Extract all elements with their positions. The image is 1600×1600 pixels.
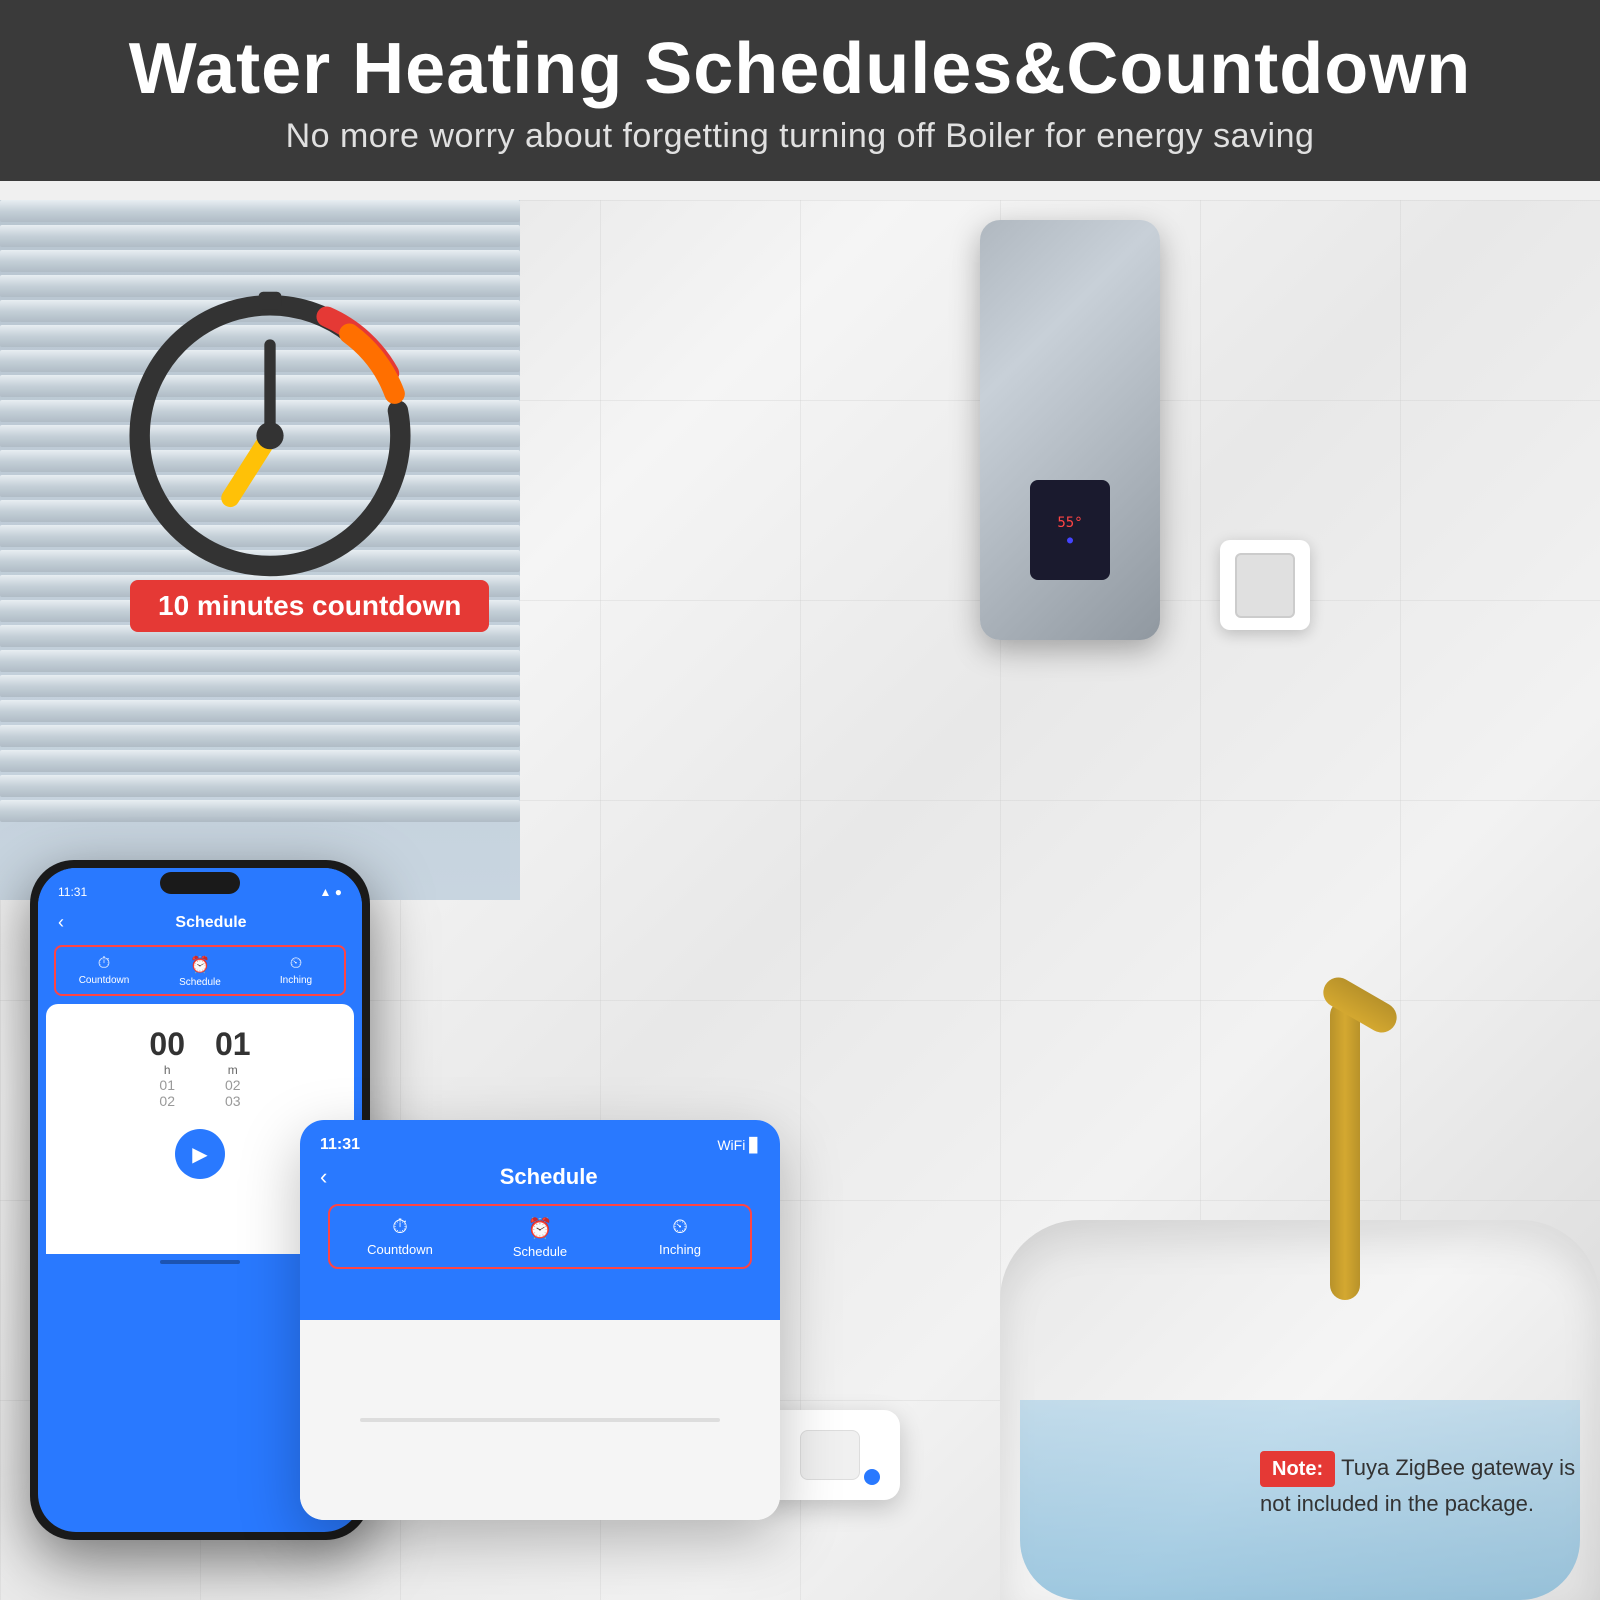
phone-tab-schedule[interactable]: ⏰ Schedule	[152, 947, 248, 994]
boiler-display: 55° ●	[1030, 480, 1110, 580]
app-card-tab-countdown-label: Countdown	[367, 1242, 433, 1257]
phone-signal: ▲ ●	[320, 885, 342, 899]
app-card-tabs: ⏱ Countdown ⏰ Schedule ⏲ Inching	[328, 1204, 752, 1269]
header: Water Heating Schedules&Countdown No mor…	[0, 0, 1600, 181]
light-switch	[1220, 540, 1310, 630]
blind-slat	[0, 800, 520, 822]
gateway-led	[864, 1469, 880, 1485]
app-card-tab-inching[interactable]: ⏲ Inching	[610, 1206, 750, 1267]
app-card-countdown-icon: ⏱	[336, 1216, 464, 1239]
app-card-tab-countdown[interactable]: ⏱ Countdown	[330, 1206, 470, 1267]
phone-tab-inching-label: Inching	[280, 975, 312, 986]
blind-slat	[0, 750, 520, 772]
phone-screen-title: Schedule	[72, 914, 350, 932]
app-card-tab-inching-label: Inching	[659, 1242, 701, 1257]
switch-button[interactable]	[1235, 553, 1295, 618]
app-card-inching-icon: ⏲	[616, 1216, 744, 1239]
blind-slat	[0, 225, 520, 247]
blind-slat	[0, 725, 520, 747]
hours-sub1: 01	[149, 1077, 185, 1093]
play-button[interactable]: ▶	[175, 1129, 225, 1179]
minutes-sub1: 02	[215, 1077, 251, 1093]
phone-tab-inching[interactable]: ⏲ Inching	[248, 947, 344, 994]
blind-slat	[0, 200, 520, 222]
app-card-title-row: ‹ Schedule	[320, 1164, 760, 1190]
app-card-title: Schedule	[337, 1164, 760, 1190]
blind-slat	[0, 775, 520, 797]
countdown-tab-icon: ⏱	[60, 955, 148, 973]
app-card-signal: WiFi ▊	[717, 1137, 760, 1154]
app-card-time: 11:31	[320, 1136, 360, 1154]
faucet-pipe	[1330, 1000, 1360, 1300]
bathtub	[1000, 1220, 1600, 1600]
hours-unit: h	[149, 1063, 185, 1077]
note-label: Note:	[1260, 1451, 1335, 1487]
phone-tab-schedule-label: Schedule	[179, 977, 221, 988]
boiler-display-icon: ●	[1067, 535, 1073, 546]
phone-nav: ‹ Schedule	[38, 908, 362, 937]
minutes-value: 01	[215, 1026, 251, 1063]
background-scene: 10 minutes countdown 55° ●	[0, 200, 1600, 1600]
schedule-tab-icon: ⏰	[156, 955, 244, 975]
note-area: Note:Tuya ZigBee gateway is not included…	[1260, 1451, 1580, 1520]
app-card-status-bar: 11:31 WiFi ▊	[320, 1136, 760, 1154]
phone-tab-countdown[interactable]: ⏱ Countdown	[56, 947, 152, 994]
app-card-divider	[360, 1418, 720, 1422]
hours-value: 00	[149, 1026, 185, 1063]
phone-back-button[interactable]: ‹	[50, 912, 72, 933]
inching-tab-icon: ⏲	[252, 955, 340, 973]
play-icon: ▶	[192, 1142, 207, 1167]
gateway-body	[800, 1430, 860, 1480]
home-indicator	[160, 1260, 240, 1264]
page-title: Water Heating Schedules&Countdown	[40, 30, 1560, 109]
app-card-tab-schedule[interactable]: ⏰ Schedule	[470, 1206, 610, 1267]
hours-picker[interactable]: 00 h 01 02	[149, 1026, 185, 1109]
app-card-header: 11:31 WiFi ▊ ‹ Schedule ⏱ Countdown ⏰ Sc…	[300, 1120, 780, 1320]
phone-tab-row: ⏱ Countdown ⏰ Schedule ⏲ Inching	[54, 945, 346, 996]
blind-slat	[0, 700, 520, 722]
app-card-body	[300, 1320, 780, 1520]
page-subtitle: No more worry about forgetting turning o…	[40, 117, 1560, 156]
blind-slat	[0, 650, 520, 672]
app-card-schedule-icon: ⏰	[476, 1216, 604, 1241]
zigbee-gateway	[760, 1410, 900, 1500]
minutes-unit: m	[215, 1063, 251, 1077]
boiler: 55° ●	[980, 220, 1160, 640]
timer-illustration	[100, 260, 440, 600]
phone-time-picker: 00 h 01 02 01 m 02 03	[60, 1026, 340, 1109]
minutes-picker[interactable]: 01 m 02 03	[215, 1026, 251, 1109]
app-card: 11:31 WiFi ▊ ‹ Schedule ⏱ Countdown ⏰ Sc…	[300, 1120, 780, 1520]
minutes-sub2: 03	[215, 1093, 251, 1109]
boiler-display-text: 55°	[1057, 515, 1082, 531]
phone-time: 11:31	[58, 885, 87, 899]
blind-slat	[0, 675, 520, 697]
app-card-tab-schedule-label: Schedule	[513, 1244, 567, 1259]
hours-sub2: 02	[149, 1093, 185, 1109]
phone-notch	[160, 872, 240, 894]
phone-tab-countdown-label: Countdown	[79, 975, 130, 986]
app-card-back-button[interactable]: ‹	[320, 1164, 327, 1190]
